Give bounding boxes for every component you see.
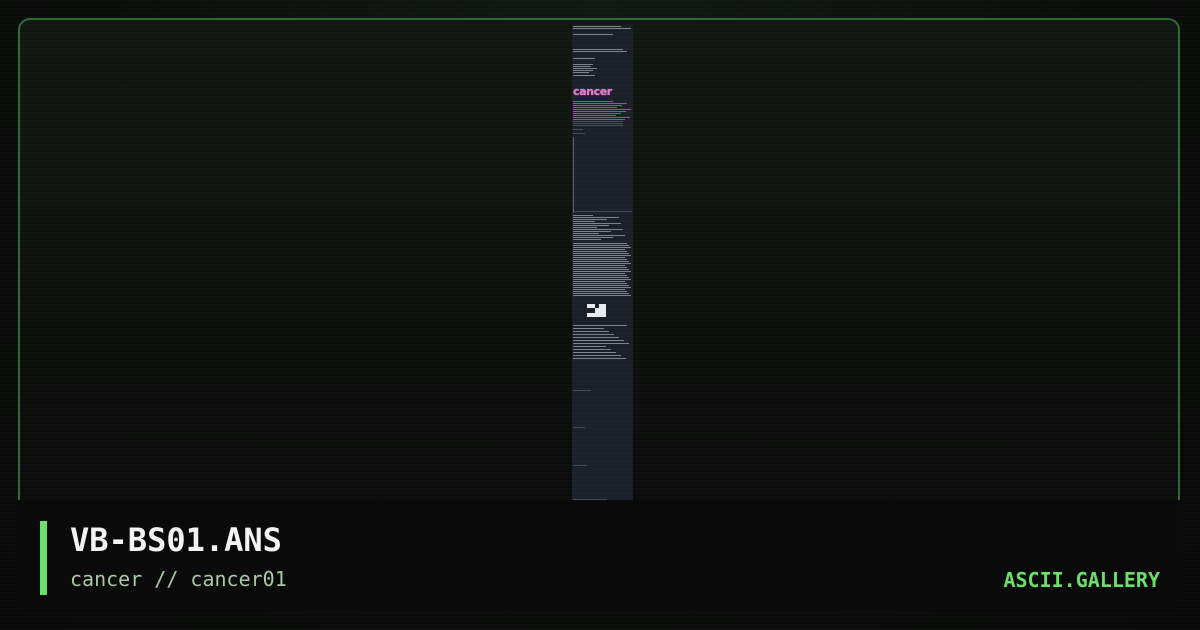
art-text-line [573,257,625,258]
art-colored-line [573,105,622,106]
art-text-line [573,293,629,294]
art-text-line [573,239,601,240]
art-colored-line [573,109,631,110]
art-text-line [573,328,604,329]
art-text-line [573,229,623,230]
share-card: cancer VB-BS01.ANS cancer // cancer01 AS… [0,0,1200,630]
art-text-line [573,49,623,50]
art-text-line [573,334,614,335]
art-colored-line [573,107,617,108]
art-text-line [573,283,627,284]
art-text-line [573,125,623,126]
ansi-art-preview[interactable]: cancer [572,25,633,503]
art-text-line [573,121,623,122]
art-text-line [573,247,631,248]
accent-bar [40,521,47,595]
art-text-line [573,349,611,350]
art-text-line [573,221,595,222]
art-text-line [573,343,629,344]
art-text-line [573,227,597,228]
art-subtitle: cancer // cancer01 [70,567,287,591]
art-text-line [573,355,621,356]
art-text-line [573,219,607,220]
art-text-line [573,75,595,76]
art-text-line [573,34,613,35]
art-text-line [573,281,625,282]
art-text-line [573,269,629,270]
art-colored-line [573,117,630,118]
art-text-line [573,279,631,280]
art-block-glyph [587,304,606,317]
art-text-line [573,465,587,466]
art-text-line [573,285,629,286]
art-colored-line [573,113,621,114]
site-brand[interactable]: ASCII.GALLERY [1003,567,1160,593]
art-text-line [573,211,632,212]
art-text-line [573,245,629,246]
art-text-line [573,358,626,359]
art-text-line [573,263,631,264]
art-text-line [573,51,627,52]
art-text-line [573,249,625,250]
art-title: VB-BS01.ANS [70,521,282,559]
art-colored-line [573,103,627,104]
art-colored-line [573,119,625,120]
art-text-line [573,66,591,67]
art-text-line [573,253,629,254]
art-text-line [573,243,627,244]
art-text-line [573,271,631,272]
art-text-line [573,26,621,27]
art-text-line [573,337,619,338]
art-logo-text: cancer [573,87,612,97]
art-text-line [573,390,591,391]
art-text-line [573,287,631,288]
art-text-line [573,70,593,71]
art-colored-line [573,115,616,116]
art-text-line [573,265,625,266]
art-text-line [573,231,611,232]
art-text-line [573,261,629,262]
art-text-line [573,291,627,292]
art-text-line [573,251,627,252]
art-text-line [573,267,627,268]
art-text-line [573,58,595,59]
art-text-line [573,225,609,226]
art-text-line [573,133,585,134]
art-text-line [573,217,619,218]
art-text-line [573,295,631,296]
art-text-line [573,275,627,276]
art-text-line [573,259,627,260]
art-text-line [573,352,616,353]
art-text-line [573,68,597,69]
art-text-line [573,129,583,130]
art-text-line [573,427,585,428]
art-text-line [573,273,625,274]
art-text-line [573,277,629,278]
info-bar: VB-BS01.ANS cancer // cancer01 ASCII.GAL… [18,500,1180,610]
art-text-line [573,346,606,347]
art-text-line [573,255,631,256]
art-text-line [573,223,621,224]
art-text-line [573,215,593,216]
art-border-line [573,137,574,213]
art-text-line [573,72,589,73]
art-text-line [573,235,625,236]
art-text-line [573,237,613,238]
art-text-line [573,64,593,65]
art-text-line [573,331,609,332]
art-text-line [573,340,624,341]
art-text-line [573,289,625,290]
art-colored-line [573,111,626,112]
art-text-line [573,28,631,29]
art-text-line [573,325,627,326]
art-text-line [573,123,623,124]
art-text-line [573,233,599,234]
art-colored-line [573,101,613,102]
